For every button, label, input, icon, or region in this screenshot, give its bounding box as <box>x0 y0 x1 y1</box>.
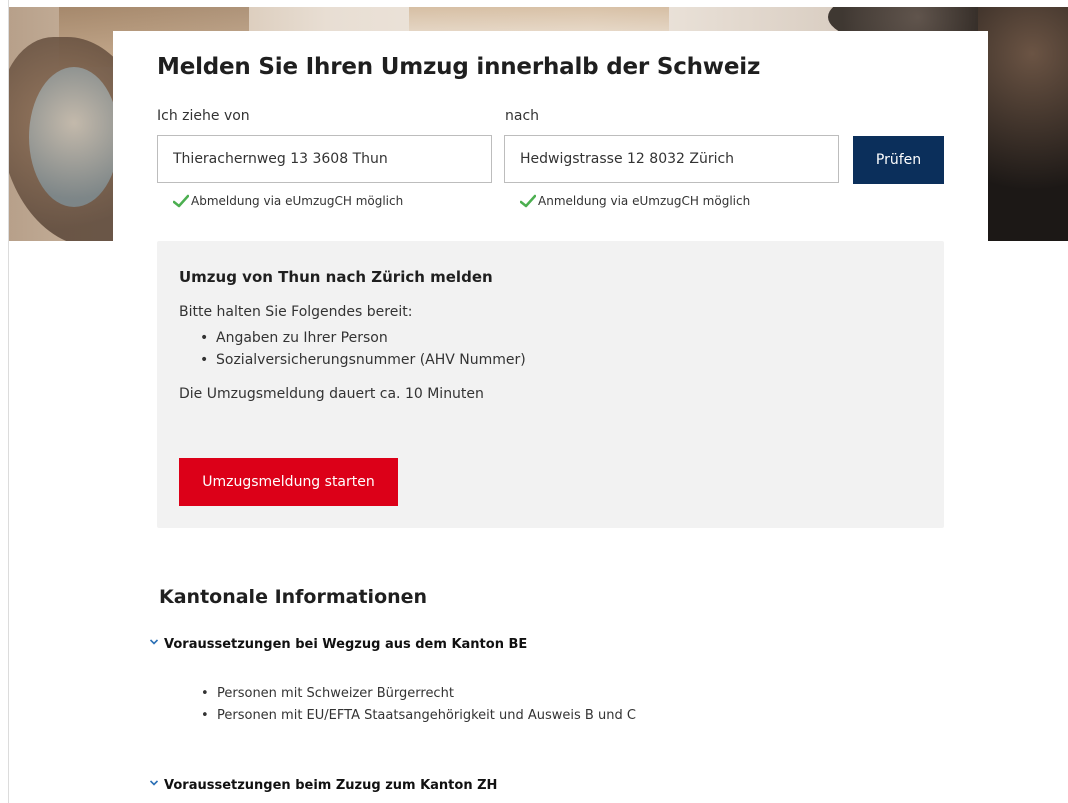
accordion-wegzug-be[interactable]: Voraussetzungen bei Wegzug aus dem Kanto… <box>150 637 527 652</box>
cantonal-title: Kantonale Informationen <box>159 586 428 608</box>
list-item: Sozialversicherungsnummer (AHV Nummer) <box>200 349 526 371</box>
accordion-title: Voraussetzungen beim Zuzug zum Kanton ZH <box>164 778 498 793</box>
check-button[interactable]: Prüfen <box>853 136 944 184</box>
accordion-title: Voraussetzungen bei Wegzug aus dem Kanto… <box>164 637 528 652</box>
page-title: Melden Sie Ihren Umzug innerhalb der Sch… <box>157 54 761 80</box>
list-item: Personen mit Schweizer Bürgerrecht <box>201 683 636 705</box>
to-address-input[interactable] <box>504 135 839 183</box>
info-title: Umzug von Thun nach Zürich melden <box>179 268 493 286</box>
chevron-down-icon <box>150 638 158 645</box>
duration-text: Die Umzugsmeldung dauert ca. 10 Minuten <box>179 386 484 402</box>
from-status-text: Abmeldung via eUmzugCH möglich <box>191 194 404 208</box>
list-item: Angaben zu Ihrer Person <box>200 327 526 349</box>
requirements-list: Angaben zu Ihrer Person Sozialversicheru… <box>179 327 526 371</box>
accordion-zuzug-zh[interactable]: Voraussetzungen beim Zuzug zum Kanton ZH <box>150 778 497 793</box>
to-label: nach <box>505 108 540 124</box>
from-address-input[interactable] <box>157 135 492 183</box>
check-icon <box>520 194 536 208</box>
to-status-text: Anmeldung via eUmzugCH möglich <box>538 194 751 208</box>
from-status: Abmeldung via eUmzugCH möglich <box>173 194 403 208</box>
wegzug-requirements-list: Personen mit Schweizer Bürgerrecht Perso… <box>201 683 636 727</box>
check-icon <box>173 194 189 208</box>
start-move-button[interactable]: Umzugsmeldung starten <box>179 458 398 506</box>
from-label: Ich ziehe von <box>157 108 250 124</box>
chevron-down-icon <box>150 779 158 786</box>
to-status: Anmeldung via eUmzugCH möglich <box>520 194 750 208</box>
info-intro: Bitte halten Sie Folgendes bereit: <box>179 304 413 320</box>
list-item: Personen mit EU/EFTA Staatsangehörigkeit… <box>201 705 636 727</box>
